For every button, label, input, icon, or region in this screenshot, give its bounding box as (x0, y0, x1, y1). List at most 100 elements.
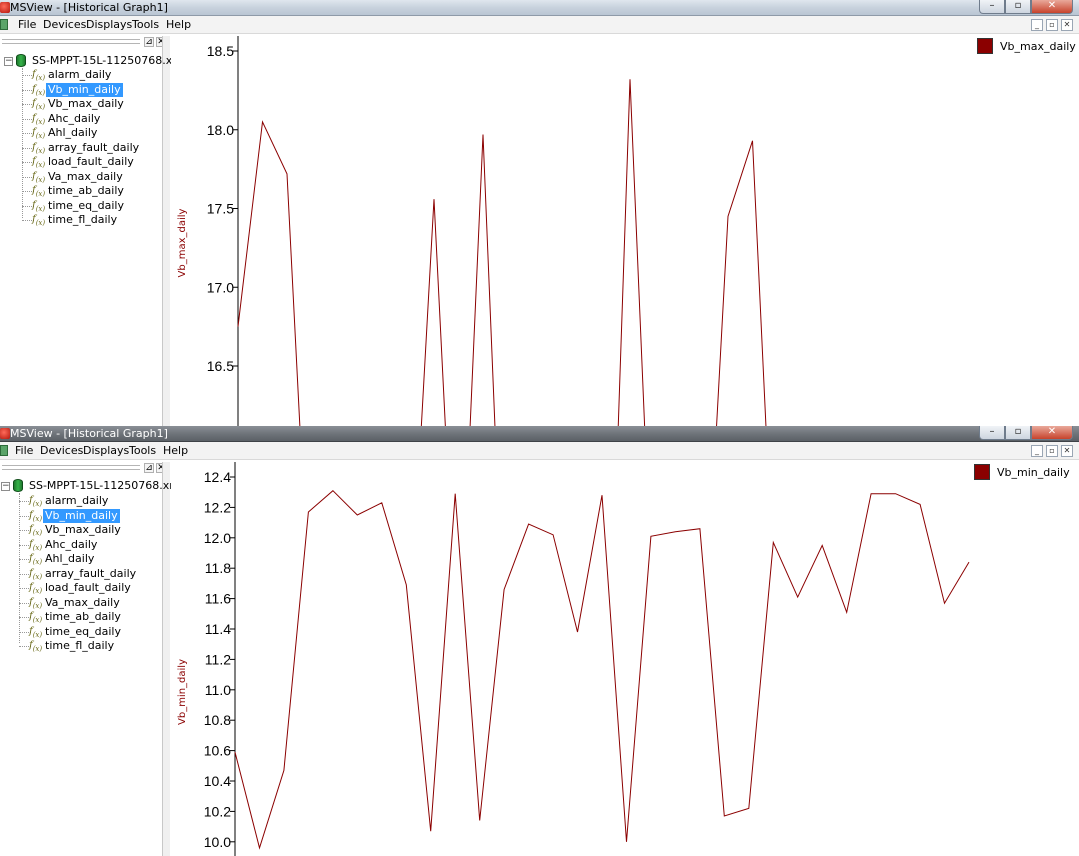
series-line (234, 490, 970, 850)
menu-devices[interactable]: Devices (40, 444, 83, 457)
tree-item-label: Vb_max_daily (48, 97, 124, 110)
app-icon (0, 2, 10, 13)
device-tree-pane: ⊿ ✕ − SS-MPPT-15L-11250768.xml f(x) alarm… (0, 36, 186, 428)
menu-devices[interactable]: Devices (43, 18, 86, 31)
menu-displays[interactable]: Displays (83, 444, 129, 457)
y-tick-label: 17.5 (207, 201, 234, 217)
title-bar[interactable]: MSView - [Historical Graph1] – ▫ ✕ (0, 426, 1079, 442)
restore-button[interactable]: ▫ (1005, 0, 1031, 14)
pane-pin-button[interactable]: ⊿ (144, 463, 154, 473)
y-tick-label: 10.6 (204, 743, 231, 759)
y-tick-label: 10.4 (204, 773, 231, 789)
device-tree-pane: ⊿ ✕ − SS-MPPT-15L-11250768.xml f(x) alarm… (0, 462, 183, 856)
y-tick-label: 17.0 (207, 279, 234, 295)
tree-item-label: Vb_min_daily (46, 82, 123, 97)
tree-item-label: time_eq_daily (45, 624, 121, 638)
pane-splitter[interactable] (162, 36, 170, 428)
minimize-button[interactable]: – (979, 0, 1005, 14)
caption-buttons: – ▫ ✕ (979, 0, 1073, 14)
y-tick-label: 11.8 (205, 560, 231, 576)
historical-graph-window-bottom: MSView - [Historical Graph1] – ▫ ✕ File … (0, 426, 1079, 856)
title-bar[interactable]: MSView - [Historical Graph1] – ▫ ✕ (0, 0, 1079, 16)
historical-graph-window-top: MSView - [Historical Graph1] – ▫ ✕ File … (0, 0, 1079, 428)
window-title: MSView - [Historical Graph1] (10, 1, 168, 14)
series-line (237, 79, 767, 428)
legend-label: Vb_min_daily (997, 466, 1070, 479)
pane-header: ⊿ ✕ (0, 462, 170, 474)
legend-swatch (977, 38, 993, 54)
tree-item-label: Vb_max_daily (45, 523, 121, 536)
mdi-minimize-button[interactable]: _ (1031, 19, 1043, 31)
tree-item-label: load_fault_daily (45, 581, 131, 594)
database-icon (13, 479, 23, 492)
pane-grip[interactable] (2, 465, 140, 470)
tree-root-label: SS-MPPT-15L-11250768.xml (29, 479, 184, 492)
mdi-buttons: _ ▫ ✕ (1031, 445, 1073, 457)
tree-item-label: load_fault_daily (48, 155, 134, 168)
menu-file[interactable]: File (15, 444, 33, 457)
pane-splitter[interactable] (162, 462, 170, 856)
y-tick-label: 10.8 (204, 712, 231, 728)
y-tick-label: 18.0 (207, 122, 234, 138)
y-tick-label: 11.4 (205, 621, 231, 637)
window-title: MSView - [Historical Graph1] (10, 427, 168, 440)
tree-guide-line (22, 68, 23, 218)
y-tick-label: 10.2 (204, 803, 231, 819)
menu-bar: File Devices Displays Tools Help _ ▫ ✕ (0, 442, 1079, 460)
tree-item-label: array_fault_daily (48, 140, 140, 154)
document-icon[interactable] (0, 19, 8, 30)
tree-item-label: array_fault_daily (45, 566, 137, 580)
tree-item-label: time_eq_daily (48, 198, 124, 212)
y-tick-label: 12.2 (204, 499, 231, 515)
menu-help[interactable]: Help (163, 444, 188, 457)
tree-item-label: Va_max_daily (45, 595, 120, 609)
menu-bar: File Devices Displays Tools Help _ ▫ ✕ (0, 16, 1079, 34)
tree-item-label: Vb_min_daily (43, 508, 120, 523)
menu-file[interactable]: File (18, 18, 36, 31)
mdi-buttons: _ ▫ ✕ (1031, 19, 1073, 31)
caption-buttons: – ▫ ✕ (979, 426, 1073, 440)
mdi-minimize-button[interactable]: _ (1031, 445, 1043, 457)
y-tick-label: 11.6 (205, 591, 231, 607)
y-tick-label: 18.5 (207, 43, 234, 59)
menu-help[interactable]: Help (166, 18, 191, 31)
mdi-restore-button[interactable]: ▫ (1046, 445, 1058, 457)
tree-item-label: Ahc_daily (48, 111, 101, 125)
mdi-close-button[interactable]: ✕ (1061, 19, 1073, 31)
menu-tools[interactable]: Tools (129, 444, 156, 457)
app-icon (0, 428, 10, 439)
tree-item-label: alarm_daily (45, 494, 109, 507)
tree-item-label: Va_max_daily (48, 169, 123, 183)
mdi-restore-button[interactable]: ▫ (1046, 19, 1058, 31)
tree-item-label: Ahc_daily (45, 537, 98, 551)
restore-button[interactable]: ▫ (1005, 426, 1031, 440)
chart-pane: 12.4 12.2 12.0 11.8 11.6 11.4 11.2 11.0 10.8 10.6… (171, 462, 1079, 856)
tree-item-label: alarm_daily (48, 68, 112, 81)
collapse-icon[interactable]: − (4, 57, 13, 66)
pane-grip[interactable] (2, 39, 140, 44)
menu-displays[interactable]: Displays (86, 18, 132, 31)
y-tick-label: 10.0 (204, 834, 231, 850)
legend-label: Vb_max_daily (1000, 40, 1076, 53)
y-tick-label: 16.5 (207, 358, 234, 374)
tree-item-label: Ahl_daily (48, 126, 98, 139)
y-tick-label: 11.2 (205, 651, 231, 667)
tree-root-label: SS-MPPT-15L-11250768.xml (32, 54, 187, 67)
menu-tools[interactable]: Tools (132, 18, 159, 31)
legend-swatch (974, 464, 990, 480)
pane-pin-button[interactable]: ⊿ (144, 37, 154, 47)
minimize-button[interactable]: – (979, 426, 1005, 440)
mdi-close-button[interactable]: ✕ (1061, 445, 1073, 457)
tree-item-label: Ahl_daily (45, 552, 95, 565)
tree-item-label: time_fl_daily (48, 213, 118, 226)
close-button[interactable]: ✕ (1031, 0, 1073, 14)
y-axis-title: Vb_max_daily (177, 208, 188, 277)
document-icon[interactable] (0, 445, 8, 456)
y-tick-label: 12.4 (204, 469, 231, 485)
y-tick-label: 11.0 (205, 682, 231, 698)
tree-item-label: time_fl_daily (45, 639, 115, 652)
line-chart: 18.5 18.0 17.5 17.0 16.5 Vb_max_daily (177, 36, 767, 428)
close-button[interactable]: ✕ (1031, 426, 1073, 440)
database-icon (16, 54, 26, 67)
collapse-icon[interactable]: − (1, 482, 10, 491)
